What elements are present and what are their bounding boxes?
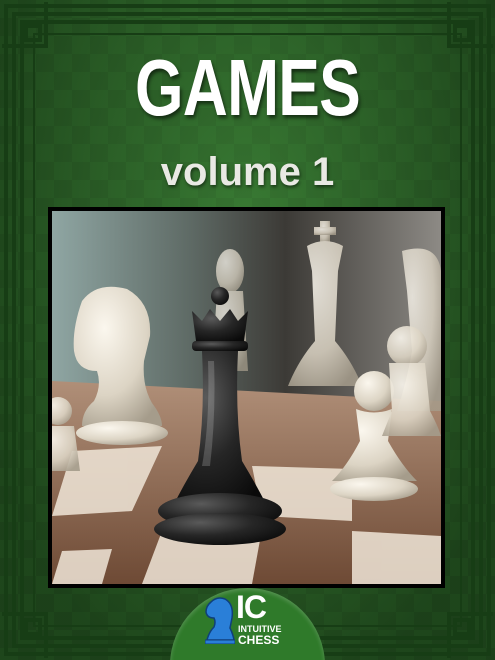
photo-frame [48, 207, 445, 588]
logo-text-chess: CHESS [238, 633, 280, 647]
cover-subtitle: volume 1 [160, 150, 335, 194]
book-cover: GAMES volume 1 IC INTUITIVE CHESS [0, 0, 495, 660]
knight-icon [205, 597, 235, 644]
logo-mark: IC [236, 589, 267, 625]
chess-pieces-photo [52, 211, 441, 584]
cover-title: GAMES [135, 43, 361, 132]
